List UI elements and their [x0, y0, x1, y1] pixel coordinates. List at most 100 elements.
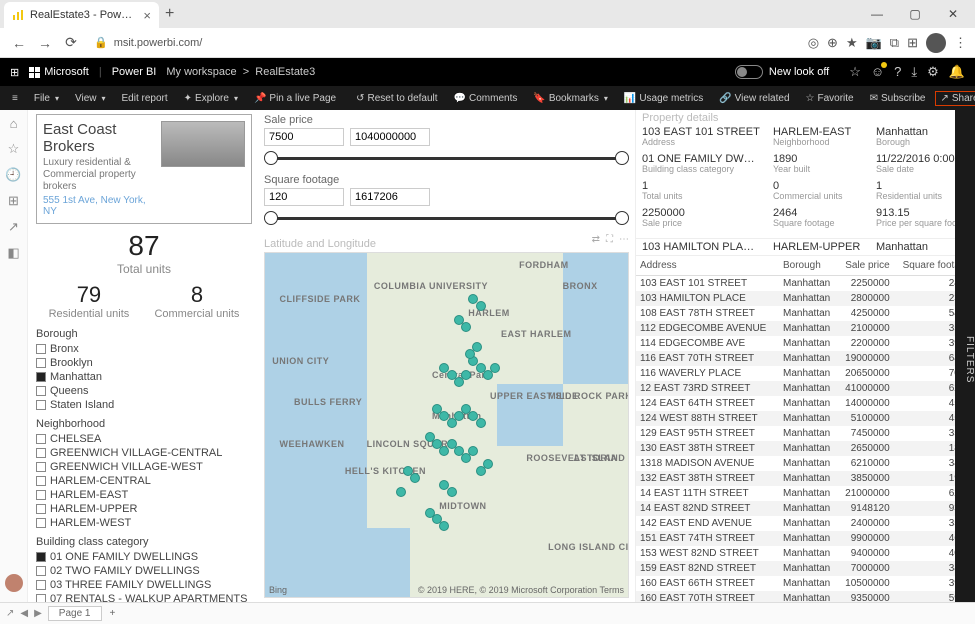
- table-row[interactable]: 124 EAST 64TH STREETManhattan14000000450…: [636, 396, 975, 411]
- maximize-button[interactable]: ▢: [897, 0, 933, 28]
- bookmarks-menu[interactable]: 🔖 Bookmarks▾: [527, 93, 613, 104]
- menu-icon[interactable]: ≡: [6, 93, 24, 104]
- star-icon[interactable]: ☆: [849, 64, 861, 80]
- download-icon[interactable]: ⤓: [911, 64, 917, 80]
- table-row[interactable]: 130 EAST 38TH STREETManhattan26500001824: [636, 441, 975, 456]
- slider-thumb-min[interactable]: [264, 151, 278, 165]
- map-data-point[interactable]: [447, 487, 457, 497]
- browser-tab[interactable]: RealEstate3 - Power BI ×: [4, 2, 159, 28]
- map-data-point[interactable]: [483, 459, 493, 469]
- bcc-slicer-item[interactable]: 07 RENTALS - WALKUP APARTMENTS: [36, 592, 252, 602]
- neighborhood-slicer-item[interactable]: GREENWICH VILLAGE-WEST: [36, 460, 252, 474]
- close-window-button[interactable]: ✕: [935, 0, 971, 28]
- new-look-toggle[interactable]: New look off: [735, 65, 829, 79]
- prev-page-icon[interactable]: ◀: [20, 608, 28, 619]
- recent-icon[interactable]: 🕘: [5, 167, 21, 183]
- extension-icon[interactable]: 📷: [866, 35, 882, 51]
- extension-icon[interactable]: ⊕: [827, 35, 838, 51]
- new-tab-button[interactable]: +: [165, 5, 174, 23]
- bcc-slicer-item[interactable]: 01 ONE FAMILY DWELLINGS: [36, 550, 252, 564]
- neighborhood-slicer-item[interactable]: HARLEM-WEST: [36, 516, 252, 530]
- close-icon[interactable]: ×: [143, 8, 151, 23]
- bcc-slicer-item[interactable]: 02 TWO FAMILY DWELLINGS: [36, 564, 252, 578]
- kebab-icon[interactable]: ⋮: [954, 35, 967, 51]
- extension-icon[interactable]: ◎: [808, 35, 819, 51]
- map-data-point[interactable]: [476, 301, 486, 311]
- file-menu[interactable]: File▾: [28, 93, 65, 104]
- drill-icon[interactable]: ⇄: [592, 234, 600, 245]
- slider-thumb-max[interactable]: [615, 151, 629, 165]
- neighborhood-slicer-item[interactable]: HARLEM-CENTRAL: [36, 474, 252, 488]
- add-page-button[interactable]: +: [110, 608, 116, 619]
- sqft-max-input[interactable]: [350, 188, 430, 206]
- table-row[interactable]: 159 EAST 82ND STREETManhattan70000003420: [636, 561, 975, 576]
- map-data-point[interactable]: [468, 446, 478, 456]
- feedback-icon[interactable]: ☺: [871, 64, 884, 80]
- share-icon[interactable]: ↗: [8, 219, 19, 235]
- table-row[interactable]: 14 EAST 11TH STREETManhattan210000006202: [636, 486, 975, 501]
- extension-icon[interactable]: ★: [846, 35, 858, 51]
- product-label[interactable]: Power BI: [112, 66, 157, 78]
- forward-button[interactable]: →: [34, 35, 56, 51]
- share-button[interactable]: ↗ Share: [935, 91, 975, 106]
- slider-thumb-min[interactable]: [264, 211, 278, 225]
- table-row[interactable]: 103 HAMILTON PLACEManhattan28000002394: [636, 291, 975, 306]
- reload-button[interactable]: ⟳: [60, 34, 82, 51]
- workspaces-icon[interactable]: ◧: [7, 245, 19, 261]
- map-data-point[interactable]: [439, 521, 449, 531]
- table-row[interactable]: 142 EAST END AVENUEManhattan24000003507: [636, 516, 975, 531]
- neighborhood-slicer-item[interactable]: GREENWICH VILLAGE-CENTRAL: [36, 446, 252, 460]
- usage-button[interactable]: 📊 Usage metrics: [618, 93, 709, 104]
- slider-thumb-max[interactable]: [615, 211, 629, 225]
- borough-slicer-item[interactable]: Bronx: [36, 342, 252, 356]
- neighborhood-slicer-item[interactable]: CHELSEA: [36, 432, 252, 446]
- borough-slicer-item[interactable]: Queens: [36, 384, 252, 398]
- expand-icon[interactable]: ↗: [6, 608, 14, 619]
- map-data-point[interactable]: [472, 342, 482, 352]
- map-data-point[interactable]: [461, 322, 471, 332]
- minimize-button[interactable]: —: [859, 0, 895, 28]
- neighborhood-slicer-item[interactable]: HARLEM-UPPER: [36, 502, 252, 516]
- back-button[interactable]: ←: [8, 35, 30, 51]
- sale-max-input[interactable]: [350, 128, 430, 146]
- gear-icon[interactable]: ⚙: [927, 64, 939, 80]
- table-row[interactable]: 108 EAST 78TH STREETManhattan42500005436: [636, 306, 975, 321]
- map-visual[interactable]: Bing © 2019 HERE, © 2019 Microsoft Corpo…: [264, 252, 629, 598]
- page-tab[interactable]: Page 1: [48, 606, 102, 621]
- table-header[interactable]: Address: [636, 256, 779, 276]
- notifications-icon[interactable]: 🔔: [949, 64, 965, 80]
- edit-report-button[interactable]: Edit report: [116, 93, 174, 104]
- app-launcher-icon[interactable]: ⊞: [10, 66, 19, 79]
- sqft-slider[interactable]: [264, 208, 629, 228]
- home-icon[interactable]: ⌂: [10, 116, 18, 131]
- table-row[interactable]: 12 EAST 73RD STREETManhattan410000006230: [636, 381, 975, 396]
- explore-menu[interactable]: ✦ Explore▾: [178, 93, 244, 104]
- help-icon[interactable]: ?: [894, 64, 901, 80]
- table-header[interactable]: Borough: [779, 256, 838, 276]
- table-row[interactable]: 116 EAST 70TH STREETManhattan19000000648…: [636, 351, 975, 366]
- table-header[interactable]: Sale price: [838, 256, 894, 276]
- table-row[interactable]: 14 EAST 82ND STREETManhattan91481209300: [636, 501, 975, 516]
- bcc-slicer-item[interactable]: 03 THREE FAMILY DWELLINGS: [36, 578, 252, 592]
- map-data-point[interactable]: [461, 370, 471, 380]
- sale-min-input[interactable]: [264, 128, 344, 146]
- sqft-min-input[interactable]: [264, 188, 344, 206]
- sale-slider[interactable]: [264, 148, 629, 168]
- map-data-point[interactable]: [476, 418, 486, 428]
- related-button[interactable]: 🔗 View related: [713, 93, 795, 104]
- table-row[interactable]: 160 EAST 66TH STREETManhattan10500000396…: [636, 576, 975, 591]
- borough-slicer-item[interactable]: Staten Island: [36, 398, 252, 412]
- borough-slicer-item[interactable]: Brooklyn: [36, 356, 252, 370]
- breadcrumb-workspace[interactable]: My workspace: [166, 66, 236, 78]
- table-row[interactable]: 124 WEST 88TH STREETManhattan51000004586: [636, 411, 975, 426]
- table-row[interactable]: 112 EDGECOMBE AVENUEManhattan21000003591: [636, 321, 975, 336]
- profile-avatar[interactable]: [926, 33, 946, 53]
- next-page-icon[interactable]: ▶: [34, 608, 42, 619]
- reset-button[interactable]: ↺ Reset to default: [350, 93, 443, 104]
- map-data-point[interactable]: [490, 363, 500, 373]
- subscribe-button[interactable]: ✉ Subscribe: [864, 93, 932, 104]
- table-row[interactable]: 151 EAST 74TH STREETManhattan99000004608: [636, 531, 975, 546]
- borough-slicer-item[interactable]: Manhattan: [36, 370, 252, 384]
- extension-icon[interactable]: ⊞: [907, 35, 918, 51]
- user-avatar[interactable]: [5, 574, 23, 592]
